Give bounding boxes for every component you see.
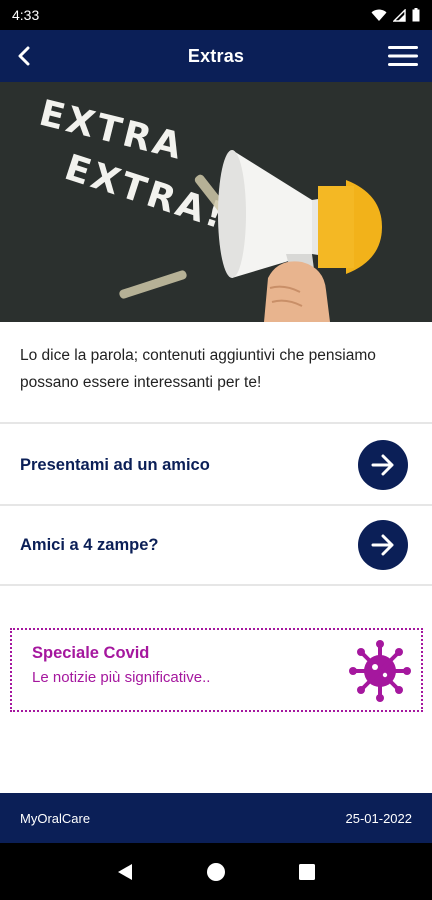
menu-button[interactable]	[388, 44, 418, 68]
row-label: Presentami ad un amico	[20, 455, 210, 474]
back-button[interactable]	[10, 42, 38, 70]
nav-home-icon[interactable]	[206, 862, 226, 882]
arrow-right-icon	[371, 454, 394, 476]
megaphone-illustration	[218, 150, 382, 322]
arrow-right-button[interactable]	[358, 440, 408, 490]
page-title: Extras	[187, 45, 245, 66]
covid-special-card[interactable]: Speciale Covid Le notizie più significat…	[10, 628, 423, 712]
status-time: 4:33	[12, 7, 40, 23]
footer-date: 25-01-2022	[345, 810, 413, 826]
hamburger-menu-icon	[388, 46, 418, 66]
battery-icon	[412, 8, 420, 22]
arrow-right-button[interactable]	[358, 520, 408, 570]
link-row-pets[interactable]: Amici a 4 zampe?	[0, 506, 432, 586]
nav-back-icon[interactable]	[115, 862, 135, 882]
footer-brand: MyOralCare	[20, 810, 91, 826]
intro-text: Lo dice la parola; contenuti aggiuntivi …	[0, 322, 432, 424]
virus-icon	[349, 640, 411, 702]
status-bar: 4:33	[0, 0, 432, 30]
status-icons	[371, 8, 420, 22]
arrow-right-icon	[371, 534, 394, 556]
covid-card-title: Speciale Covid	[32, 644, 150, 662]
row-label: Amici a 4 zampe?	[20, 535, 159, 554]
app-bar: Extras	[0, 30, 432, 82]
chevron-left-icon	[18, 46, 30, 66]
link-row-refer-friend[interactable]: Presentami ad un amico	[0, 426, 432, 506]
covid-card-subtitle: Le notizie più significative..	[32, 669, 211, 686]
hero-image: EXTRA EXTRA!	[0, 82, 432, 322]
system-nav-bar	[0, 843, 432, 900]
footer: MyOralCare 25-01-2022	[0, 793, 432, 843]
wifi-icon	[371, 9, 387, 21]
signal-icon	[393, 8, 406, 22]
nav-recents-icon[interactable]	[297, 862, 317, 882]
